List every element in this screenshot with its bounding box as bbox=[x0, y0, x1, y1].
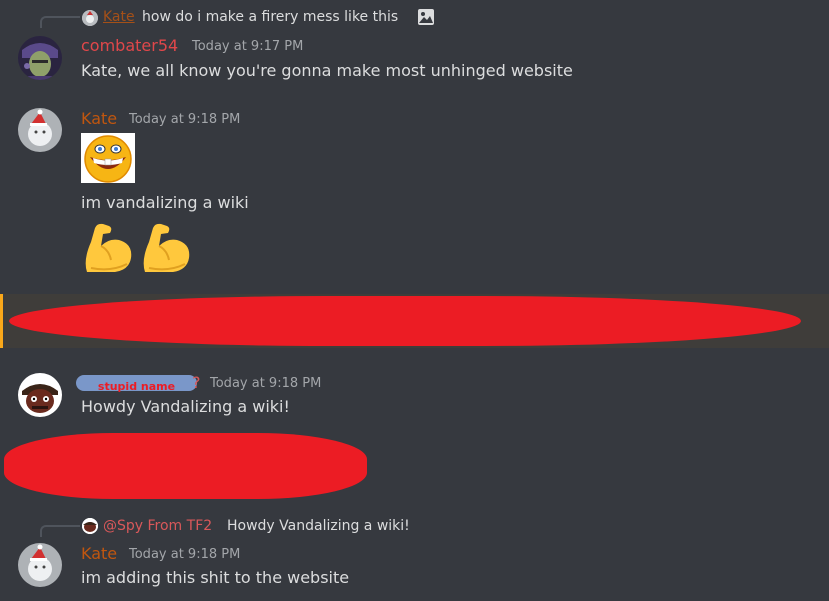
username-suffix: ? bbox=[192, 373, 201, 392]
timestamp: Today at 9:17 PM bbox=[192, 39, 304, 54]
redaction bbox=[4, 433, 367, 499]
reply-spine bbox=[40, 16, 80, 28]
avatar[interactable] bbox=[18, 543, 62, 587]
avatar[interactable] bbox=[18, 36, 62, 80]
image-icon bbox=[417, 8, 435, 30]
flexed-biceps-icon bbox=[139, 220, 193, 278]
reply-avatar[interactable] bbox=[82, 518, 98, 534]
grinning-face-sticker[interactable] bbox=[81, 133, 135, 183]
reply-spine bbox=[40, 525, 80, 537]
highlight-bar bbox=[0, 294, 3, 348]
username[interactable]: Kate bbox=[81, 109, 117, 128]
username[interactable]: Kate bbox=[81, 544, 117, 563]
message-text: Kate, we all know you're gonna make most… bbox=[81, 61, 573, 80]
reply-mention[interactable]: @Spy From TF2 bbox=[103, 518, 212, 534]
timestamp: Today at 9:18 PM bbox=[129, 112, 241, 127]
reply-username[interactable]: Kate bbox=[103, 9, 135, 25]
reply-text[interactable]: Howdy Vandalizing a wiki! bbox=[227, 518, 410, 534]
username-overlay[interactable]: stupid name bbox=[76, 375, 197, 393]
redaction bbox=[9, 296, 801, 346]
avatar[interactable] bbox=[18, 373, 62, 417]
reply-text[interactable]: how do i make a firery mess like this bbox=[142, 9, 398, 25]
username[interactable]: combater54 bbox=[81, 36, 178, 55]
message-text: Howdy Vandalizing a wiki! bbox=[81, 397, 290, 416]
username-overlay-label: stupid name bbox=[97, 380, 176, 393]
avatar[interactable] bbox=[18, 108, 62, 152]
message-text: im vandalizing a wiki bbox=[81, 193, 249, 212]
timestamp: Today at 9:18 PM bbox=[210, 376, 322, 391]
timestamp: Today at 9:18 PM bbox=[129, 547, 241, 562]
flexed-biceps-icon bbox=[81, 220, 135, 278]
reply-avatar[interactable] bbox=[82, 10, 98, 26]
message-text: im adding this shit to the website bbox=[81, 568, 350, 587]
